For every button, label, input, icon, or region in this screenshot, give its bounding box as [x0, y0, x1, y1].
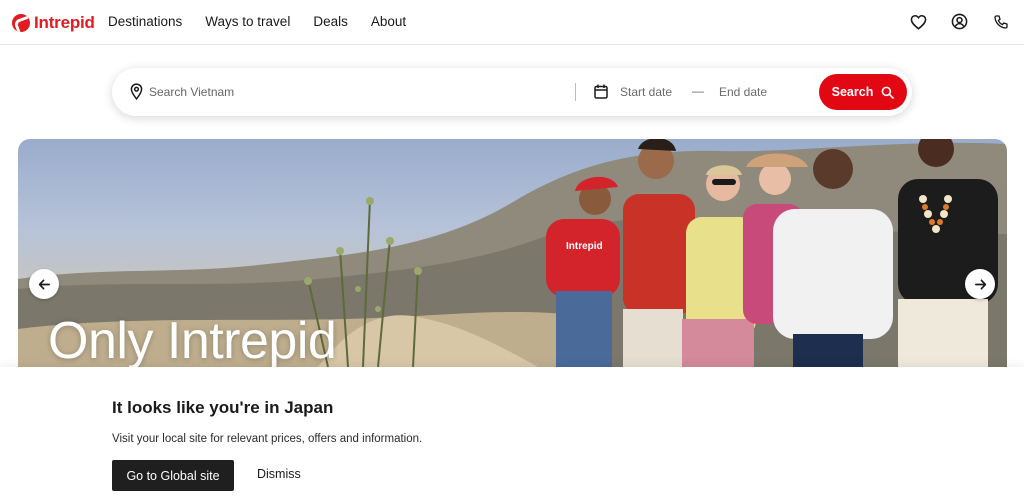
arrow-right-icon — [974, 278, 986, 290]
locale-suggestion-banner: It looks like you're in Japan Visit your… — [0, 367, 1024, 499]
dismiss-button[interactable]: Dismiss — [257, 467, 301, 481]
calendar-icon — [594, 84, 608, 104]
search-button-label: Search — [831, 85, 874, 99]
date-separator: — — [692, 84, 704, 98]
hero-title: Only Intrepid — [48, 312, 337, 367]
destination-search-input[interactable] — [149, 80, 569, 104]
logo-text: Intrepid — [34, 13, 95, 32]
nav-item-destinations[interactable]: Destinations — [108, 14, 182, 29]
location-pin-icon — [130, 83, 143, 105]
locale-banner-title: It looks like you're in Japan — [112, 398, 334, 417]
end-date-field[interactable]: End date — [719, 85, 767, 99]
account-icon[interactable] — [950, 12, 969, 31]
shirt-logo-text: Intrepid — [566, 241, 603, 252]
search-icon — [881, 86, 895, 99]
arrow-left-icon — [38, 278, 50, 290]
hero-banner: Intrepid Only Intrepid — [18, 139, 1007, 367]
logo-mark-icon — [12, 14, 30, 32]
nav-item-about[interactable]: About — [371, 14, 406, 29]
intrepid-logo[interactable]: Intrepid — [12, 12, 95, 34]
header-actions — [909, 12, 1010, 31]
carousel-next-button[interactable] — [965, 269, 995, 299]
locale-banner-message: Visit your local site for relevant price… — [112, 433, 423, 445]
start-date-field[interactable]: Start date — [620, 85, 672, 99]
site-header: Intrepid Destinations Ways to travel Dea… — [0, 0, 1024, 45]
trip-search-bar: Start date — End date Search — [112, 68, 912, 116]
phone-icon[interactable] — [991, 12, 1010, 31]
carousel-prev-button[interactable] — [29, 269, 59, 299]
search-divider — [575, 83, 576, 101]
nav-item-deals[interactable]: Deals — [313, 14, 348, 29]
heart-icon[interactable] — [909, 12, 928, 31]
main-nav: Destinations Ways to travel Deals About — [108, 14, 406, 29]
go-to-global-site-button[interactable]: Go to Global site — [112, 460, 234, 491]
nav-item-ways-to-travel[interactable]: Ways to travel — [205, 14, 290, 29]
search-button[interactable]: Search — [819, 74, 907, 110]
